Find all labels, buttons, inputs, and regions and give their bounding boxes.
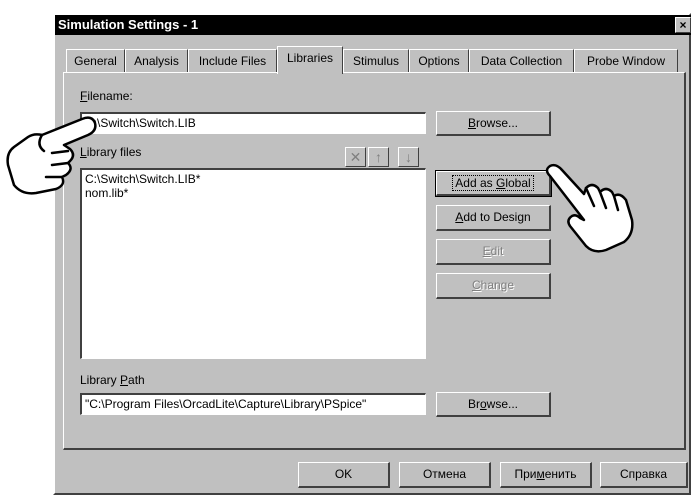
tab-stimulus[interactable]: Stimulus xyxy=(343,49,409,73)
filename-input[interactable]: C:\Switch\Switch.LIB xyxy=(80,112,426,134)
tab-libraries[interactable]: Libraries xyxy=(277,46,343,74)
library-path-input[interactable]: "C:\Program Files\OrcadLite\Capture\Libr… xyxy=(80,393,426,415)
ok-button[interactable]: OK xyxy=(298,462,390,488)
tab-analysis-label: Analysis xyxy=(134,54,179,68)
add-to-design-button[interactable]: Add to Design xyxy=(436,205,551,231)
delete-icon: ✕ xyxy=(349,149,362,165)
pointing-hand-right-icon xyxy=(545,163,634,253)
tab-general-label: General xyxy=(74,54,117,68)
close-icon: × xyxy=(679,18,687,32)
cancel-button[interactable]: Отмена xyxy=(399,462,491,488)
library-path-label: Library Path xyxy=(80,373,145,387)
tab-data-collection[interactable]: Data Collection xyxy=(469,49,574,73)
tab-analysis[interactable]: Analysis xyxy=(125,49,188,73)
pointing-hand-left-icon xyxy=(6,116,97,195)
library-path-value: "C:\Program Files\OrcadLite\Capture\Libr… xyxy=(85,397,367,411)
tab-data-collection-label: Data Collection xyxy=(480,54,563,68)
tab-options-label: Options xyxy=(418,54,460,68)
tab-probe-window-label: Probe Window xyxy=(586,54,666,68)
delete-library-button[interactable]: ✕ xyxy=(345,147,366,167)
arrow-down-icon: ↓ xyxy=(405,149,412,165)
add-as-global-button[interactable]: Add as Global xyxy=(435,170,552,197)
list-item[interactable]: nom.lib* xyxy=(85,186,422,200)
library-files-list[interactable]: C:\Switch\Switch.LIB* nom.lib* xyxy=(80,168,426,359)
edit-button[interactable]: Edit xyxy=(436,239,551,265)
tab-general[interactable]: General xyxy=(66,49,125,73)
tab-options[interactable]: Options xyxy=(409,49,469,73)
close-button[interactable]: × xyxy=(675,17,691,33)
tab-probe-window[interactable]: Probe Window xyxy=(574,49,678,73)
arrow-up-icon: ↑ xyxy=(375,149,382,165)
help-button[interactable]: Справка xyxy=(600,462,688,488)
change-button[interactable]: Change xyxy=(436,273,551,299)
move-up-button[interactable]: ↑ xyxy=(368,147,389,167)
apply-button[interactable]: Применить xyxy=(500,462,592,488)
filename-label: Filename: xyxy=(80,89,133,103)
tab-include-files-label: Include Files xyxy=(198,54,267,68)
tab-libraries-label: Libraries xyxy=(286,51,334,65)
browse-path-button[interactable]: Browse... xyxy=(436,392,551,417)
tab-stimulus-label: Stimulus xyxy=(352,54,399,68)
list-item[interactable]: C:\Switch\Switch.LIB* xyxy=(85,172,422,186)
browse-button[interactable]: Browse... xyxy=(436,111,551,136)
title-bar: Simulation Settings - 1 xyxy=(55,15,691,35)
tab-include-files[interactable]: Include Files xyxy=(188,49,277,73)
window-title: Simulation Settings - 1 xyxy=(58,17,199,32)
move-down-button[interactable]: ↓ xyxy=(398,147,419,167)
